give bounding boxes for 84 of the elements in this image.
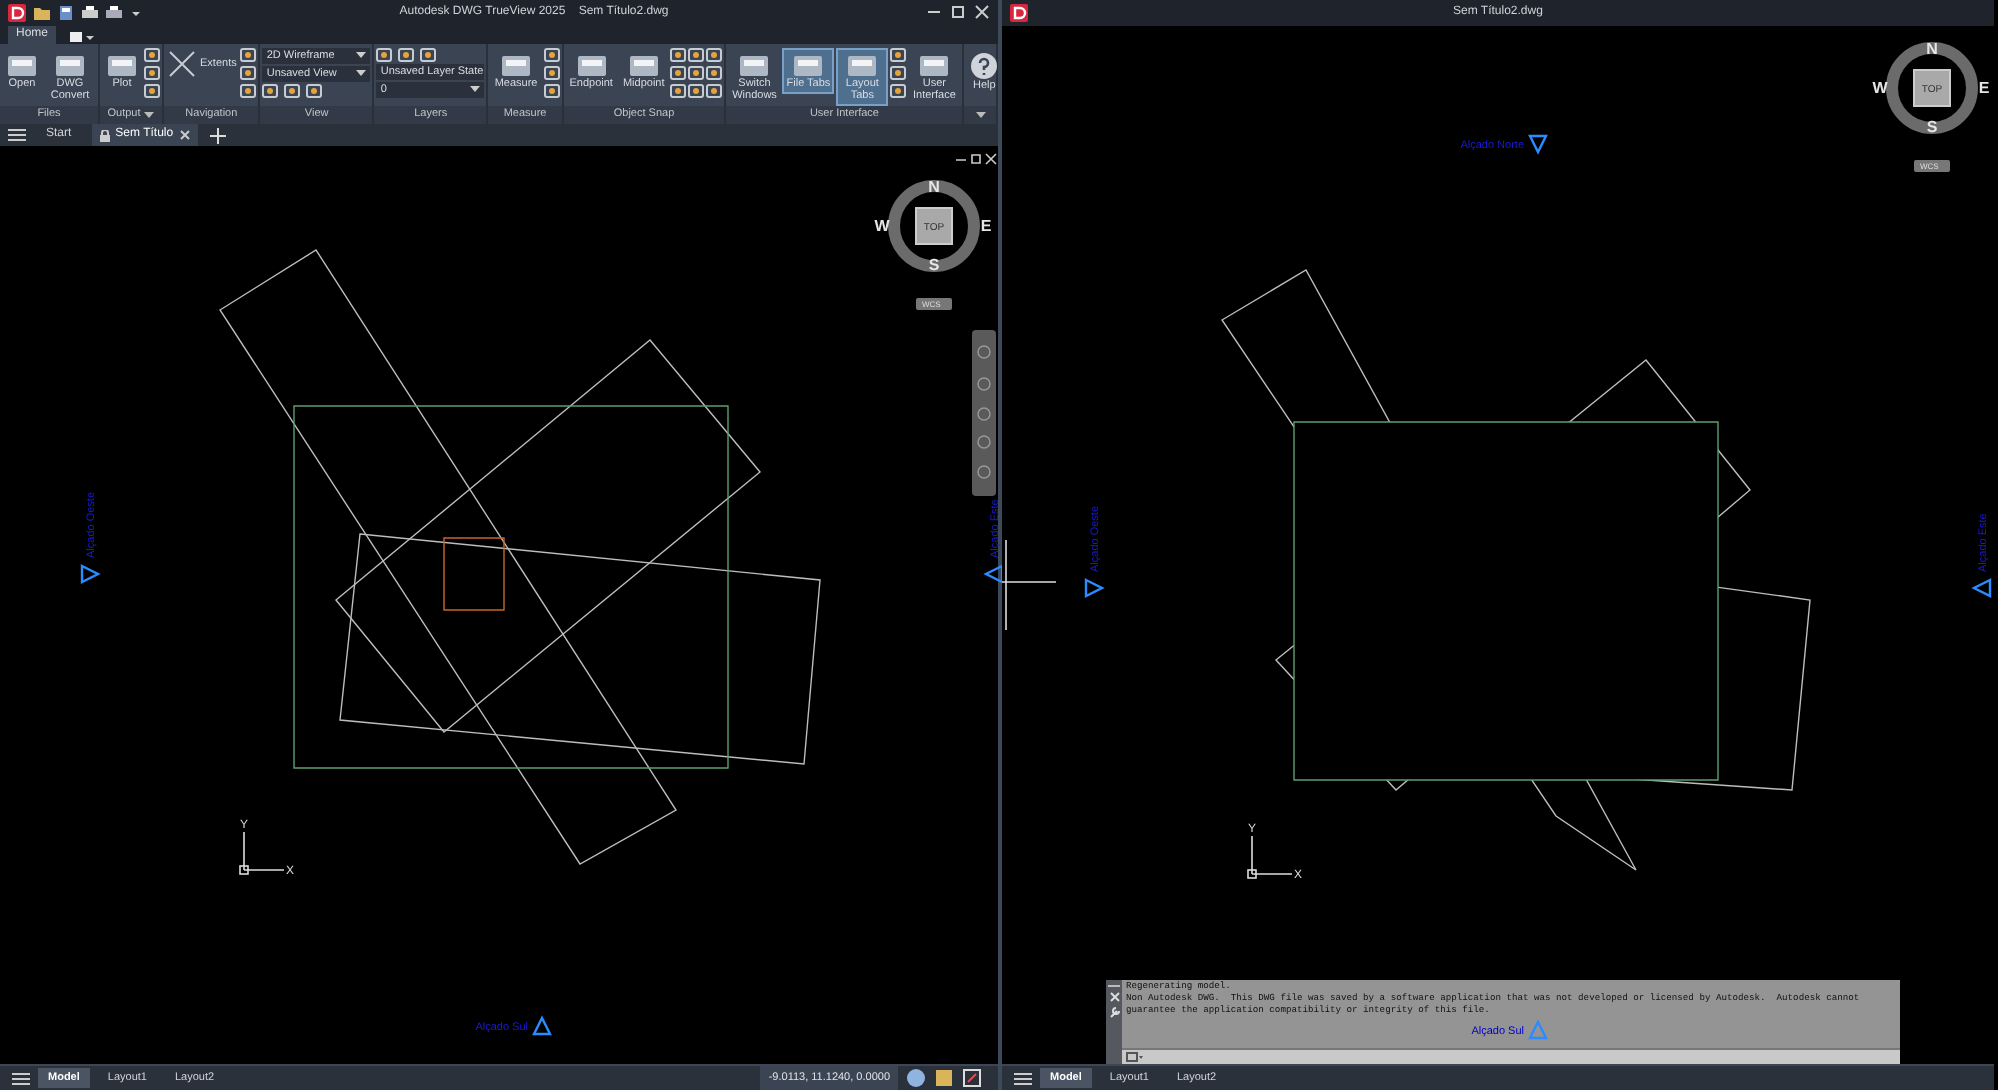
tool-icon[interactable] [398,48,415,62]
command-input-field[interactable] [1122,1048,1900,1064]
viewcube[interactable] [1886,42,1978,134]
tool-icon[interactable] [284,84,301,98]
ucs-axes-icon [1247,835,1293,879]
tool-icon[interactable] [240,84,257,98]
viewcube[interactable] [888,180,980,272]
compass-letter: S [1926,118,1938,136]
compass-letter: S [928,256,940,274]
compass-letter: N [928,178,940,196]
tool-icon[interactable] [670,84,687,98]
app-logo-icon [1010,4,1028,22]
open-folder-icon[interactable] [34,5,50,19]
triangle-marker-icon [1971,578,1992,598]
menu-icon[interactable] [12,1071,30,1085]
tool-icon[interactable] [376,48,393,62]
tool-icon[interactable] [543,66,560,80]
tool-icon [575,52,608,78]
tool-icon [846,52,879,78]
tool-icon [54,52,86,78]
wrench-icon[interactable] [1109,1006,1119,1018]
workspace-icon[interactable] [934,1068,954,1088]
tool-icon[interactable] [688,84,705,98]
viewport-controls[interactable] [955,153,997,165]
tool-icon[interactable] [240,66,257,80]
close-icon [179,130,190,140]
tool-icon[interactable] [543,84,560,98]
tool-icon[interactable] [144,48,160,62]
tool-icon [738,52,771,78]
tool-icon[interactable] [706,84,723,98]
tool-icon[interactable] [262,84,279,98]
tool-icon [918,52,951,78]
tool-icon [500,52,533,78]
app-logo-icon [8,3,26,21]
tool-icon[interactable] [890,84,907,98]
fullscreen-icon[interactable] [962,1068,982,1088]
compass-letter: W [874,217,890,235]
triangle-marker-icon [1528,134,1548,155]
ucs-axes-icon [239,831,285,875]
tool-icon[interactable] [706,66,723,80]
triangle-marker-icon [80,564,101,584]
tool-icon[interactable] [543,48,560,62]
menu-icon[interactable] [8,128,26,142]
triangle-marker-icon [532,1015,552,1036]
lock-icon [99,129,110,141]
tool-icon [6,52,38,78]
add-icon[interactable] [209,127,226,143]
save-icon[interactable] [58,5,74,19]
tool-icon[interactable] [240,48,257,62]
tool-icon[interactable] [420,48,437,62]
globe-icon[interactable] [906,1068,926,1088]
printer-icon[interactable] [106,5,122,19]
menu-icon[interactable] [1014,1071,1032,1085]
tool-icon[interactable] [144,84,160,98]
compass-letter: E [980,217,992,235]
compass-letter: N [1926,40,1938,58]
tool-icon[interactable] [688,66,705,80]
tool-icon[interactable] [670,48,687,62]
maximize-icon[interactable] [950,4,966,20]
compass-letter: W [1872,79,1888,97]
workspace-dropdown-icon[interactable] [68,30,97,44]
triangle-marker-icon [983,564,1002,584]
caret-icon[interactable] [144,111,155,119]
close-icon[interactable] [974,4,990,20]
close-icon[interactable] [1109,992,1119,1002]
triangle-marker-icon [1528,1019,1548,1040]
tool-icon[interactable] [688,48,705,62]
tool-icon [106,52,138,78]
compass-letter: E [1978,79,1990,97]
tool-icon[interactable] [670,66,687,80]
extents-icon [168,50,196,78]
tool-icon[interactable] [144,66,160,80]
tool-icon[interactable] [306,84,323,98]
tool-icon [792,52,825,78]
tool-icon [627,52,660,78]
triangle-marker-icon [1084,578,1105,598]
tool-icon[interactable] [890,66,907,80]
caret-icon [470,86,481,94]
caret-icon[interactable] [975,111,986,119]
command-prompt-icon [1126,1052,1144,1062]
crosshair-cursor [1002,539,1057,631]
printer-icon[interactable] [82,5,98,19]
tool-icon[interactable] [890,48,907,62]
tool-icon[interactable] [706,48,723,62]
